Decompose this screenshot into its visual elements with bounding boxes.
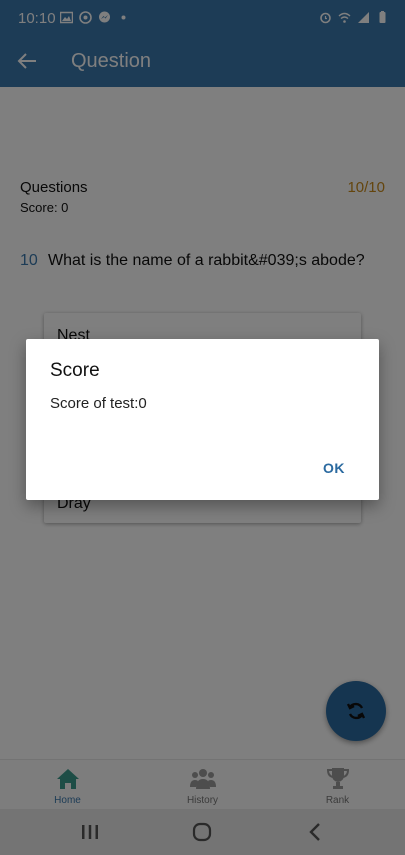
score-dialog: Score Score of test:0 OK	[26, 339, 379, 500]
dialog-message: Score of test:0	[50, 395, 147, 412]
ok-button[interactable]: OK	[323, 460, 345, 476]
dialog-title: Score	[50, 360, 100, 381]
